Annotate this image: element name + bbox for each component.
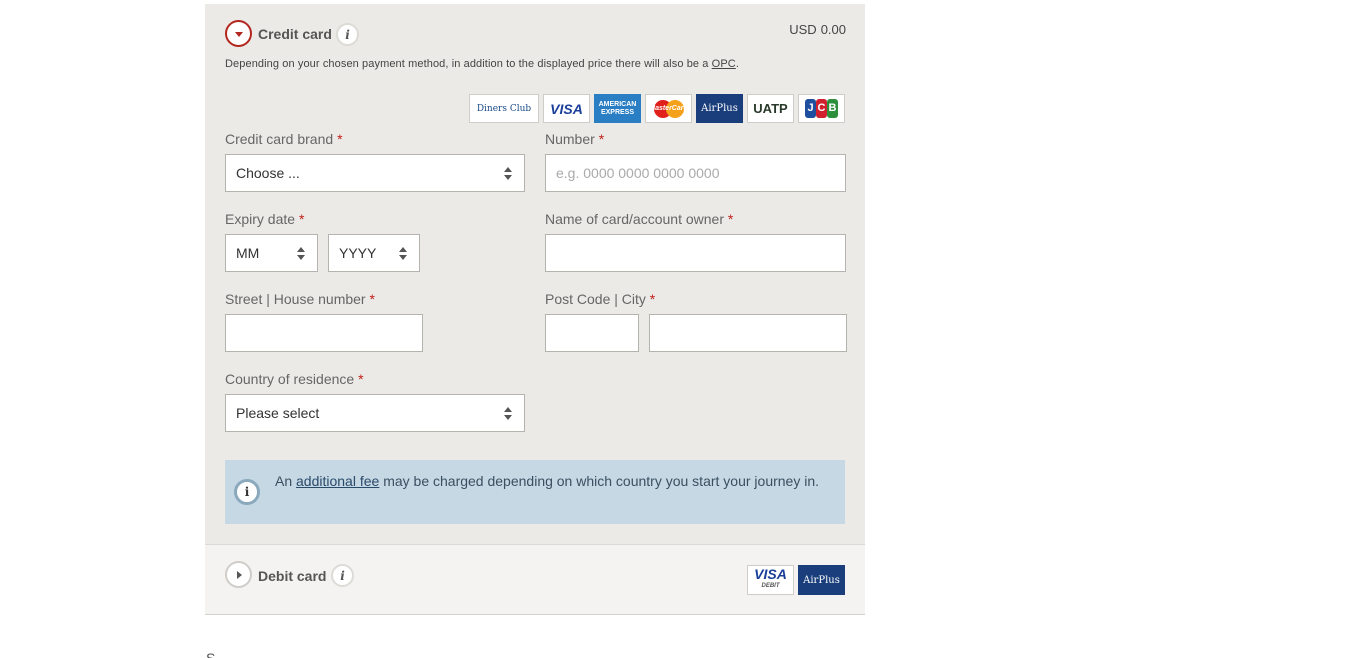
owner-name-input[interactable] <box>545 234 846 272</box>
number-label: Number * <box>545 131 604 147</box>
expiry-year-select[interactable]: YYYY <box>328 234 420 272</box>
required-mark: * <box>358 371 364 387</box>
additional-fee-link[interactable]: additional fee <box>296 473 379 489</box>
country-label-text: Country of residence <box>225 371 355 387</box>
required-mark: * <box>649 291 656 307</box>
visa-debit-sub: DEBIT <box>761 583 780 589</box>
required-mark: * <box>598 131 605 147</box>
chevron-down-icon <box>234 32 243 37</box>
jcb-c: C <box>816 99 827 118</box>
price-currency: USD <box>789 22 817 37</box>
next-section-heading-fragment: S <box>206 650 216 658</box>
expiry-label: Expiry date * <box>225 211 304 227</box>
opc-note-suffix: . <box>735 58 739 70</box>
credit-card-price: USD 0.00 <box>789 22 846 37</box>
country-label: Country of residence * <box>225 371 364 387</box>
select-arrows-icon <box>297 247 305 260</box>
street-input[interactable] <box>225 314 423 352</box>
street-label: Street | House number * <box>225 291 375 307</box>
info-icon: i <box>234 479 260 505</box>
card-brand-logos: Diners Club VISA AMERICAN EXPRESS Master… <box>469 94 845 123</box>
credit-card-title[interactable]: Credit card <box>258 26 332 42</box>
additional-fee-info-box: i An additional fee may be charged depen… <box>225 460 845 524</box>
price-amount: 0.00 <box>820 22 846 37</box>
owner-label-text: Name of card/account owner <box>545 211 724 227</box>
mastercard-logo: MasterCard <box>645 94 692 123</box>
visa-debit-logo-text: VISA <box>754 566 787 582</box>
visa-debit-logo: VISA DEBIT <box>747 565 794 595</box>
required-mark: * <box>298 211 305 227</box>
select-arrows-icon <box>504 167 512 180</box>
brand-label-text: Credit card brand <box>225 131 334 147</box>
expiry-month-select[interactable]: MM <box>225 234 318 272</box>
debit-card-panel: Debit card i VISA DEBIT AirPlus <box>205 544 865 615</box>
diners-club-logo: Diners Club <box>469 94 539 123</box>
opc-link[interactable]: OPC <box>712 58 736 70</box>
debit-card-title[interactable]: Debit card <box>258 568 326 584</box>
country-select-value: Please select <box>236 405 320 421</box>
jcb-j: J <box>805 99 816 118</box>
debit-card-info-icon[interactable]: i <box>331 564 354 587</box>
select-arrows-icon <box>504 407 512 420</box>
opc-note-text: Depending on your chosen payment method,… <box>225 58 709 70</box>
visa-logo: VISA <box>543 94 590 123</box>
credit-card-collapse-toggle[interactable] <box>225 20 252 47</box>
airplus-debit-logo: AirPlus <box>798 565 845 595</box>
credit-card-panel: Credit card i USD 0.00 Depending on your … <box>205 4 865 544</box>
street-label-text: Street | House number <box>225 291 366 307</box>
jcb-logo: JCB <box>798 94 845 123</box>
required-mark: * <box>369 291 375 307</box>
additional-fee-text: An additional fee may be charged dependi… <box>275 471 820 492</box>
postcode-label: Post Code | City * <box>545 291 655 307</box>
postcode-label-text: Post Code | City <box>545 291 646 307</box>
expiry-year-value: YYYY <box>339 245 377 261</box>
jcb-b: B <box>827 99 838 118</box>
expiry-month-value: MM <box>236 245 260 261</box>
uatp-logo: UATP <box>747 94 794 123</box>
debit-card-expand-toggle[interactable] <box>225 561 252 588</box>
mastercard-logo-text: MasterCard <box>649 105 688 112</box>
credit-card-info-icon[interactable]: i <box>336 23 359 46</box>
airplus-logo: AirPlus <box>696 94 743 123</box>
country-select[interactable]: Please select <box>225 394 525 432</box>
debit-card-logos: VISA DEBIT AirPlus <box>747 565 845 595</box>
brand-label: Credit card brand * <box>225 131 343 147</box>
brand-select[interactable]: Choose ... <box>225 154 525 192</box>
expiry-label-text: Expiry date <box>225 211 296 227</box>
owner-label: Name of card/account owner * <box>545 211 733 227</box>
brand-select-value: Choose ... <box>236 165 300 181</box>
select-arrows-icon <box>399 247 407 260</box>
chevron-right-icon <box>237 570 242 579</box>
opc-note: Depending on your chosen payment method,… <box>225 58 739 70</box>
fee-text-prefix: An <box>275 473 293 489</box>
city-input[interactable] <box>649 314 847 352</box>
card-number-input[interactable]: e.g. 0000 0000 0000 0000 <box>545 154 846 192</box>
amex-logo: AMERICAN EXPRESS <box>594 94 641 123</box>
required-mark: * <box>727 211 734 227</box>
card-number-placeholder: e.g. 0000 0000 0000 0000 <box>556 165 720 181</box>
fee-text-suffix: may be charged depending on which countr… <box>383 473 820 489</box>
required-mark: * <box>337 131 343 147</box>
postcode-input[interactable] <box>545 314 639 352</box>
number-label-text: Number <box>545 131 595 147</box>
